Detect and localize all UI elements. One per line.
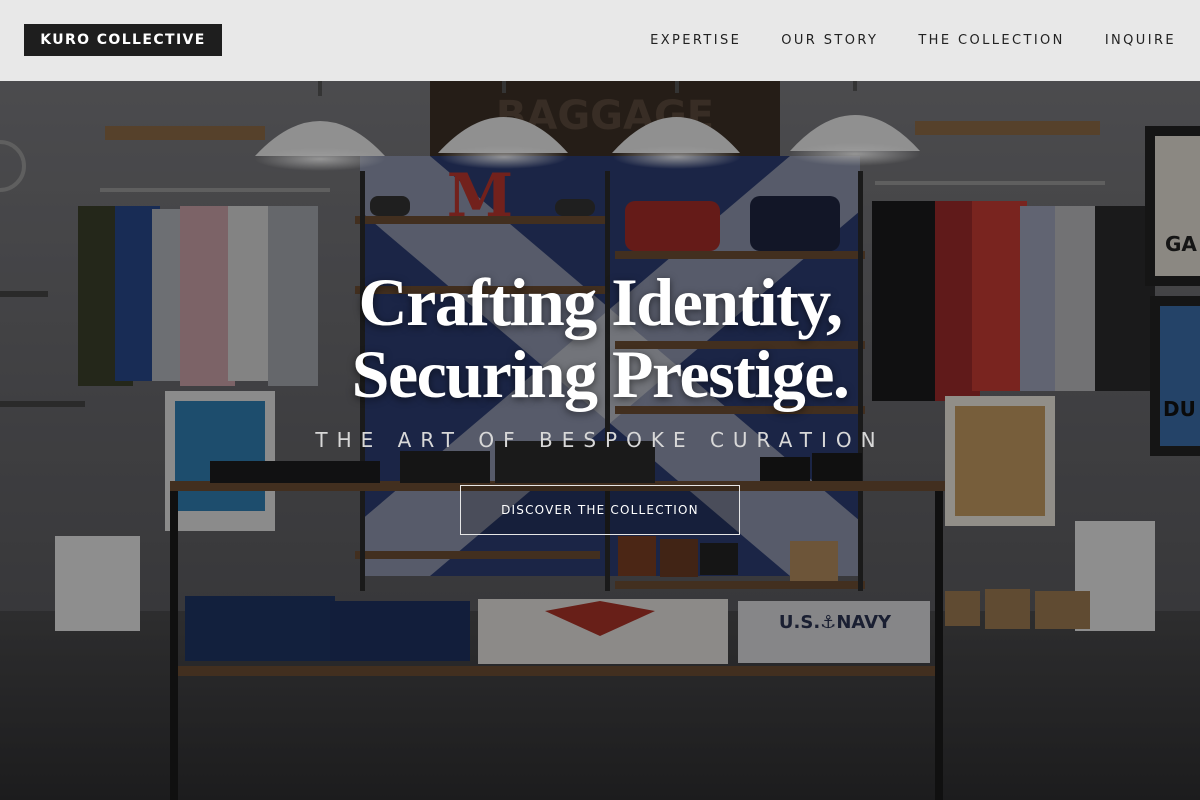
hero-headline-line-2: Securing Prestige.: [351, 336, 850, 412]
nav-link-the-collection[interactable]: THE COLLECTION: [918, 33, 1064, 48]
nav-link-inquire[interactable]: INQUIRE: [1105, 33, 1176, 48]
hero-tagline: THE ART OF BESPOKE CURATION: [315, 428, 885, 452]
brand-logo[interactable]: KURO COLLECTIVE: [24, 24, 222, 56]
main-nav: EXPERTISE OUR STORY THE COLLECTION INQUI…: [650, 0, 1176, 81]
hero-headline-line-1: Crafting Identity,: [358, 264, 844, 340]
nav-link-our-story[interactable]: OUR STORY: [781, 33, 878, 48]
discover-collection-button[interactable]: DISCOVER THE COLLECTION: [460, 485, 740, 535]
nav-link-expertise[interactable]: EXPERTISE: [650, 33, 741, 48]
page: KURO COLLECTIVE EXPERTISE OUR STORY THE …: [0, 0, 1200, 800]
site-header: KURO COLLECTIVE EXPERTISE OUR STORY THE …: [0, 0, 1200, 81]
hero-headline: Crafting Identity, Securing Prestige.: [0, 266, 1200, 410]
